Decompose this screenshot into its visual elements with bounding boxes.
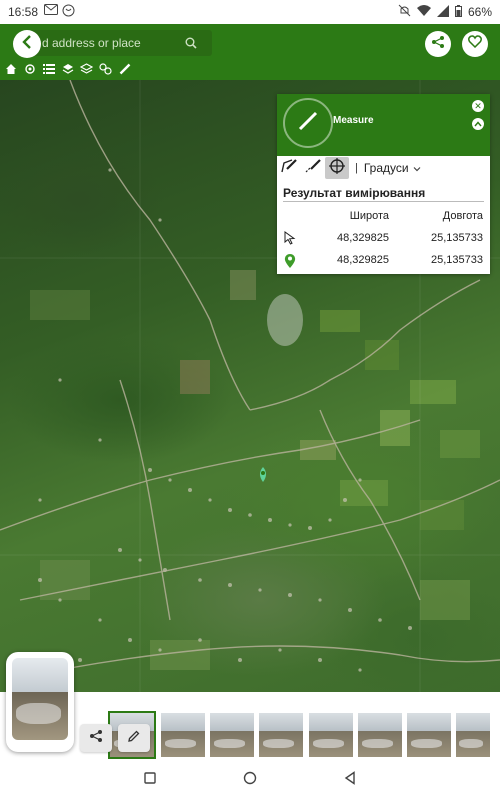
home-button[interactable]: [238, 768, 262, 792]
result-header-row: Широта Довгота: [277, 206, 490, 228]
mail-icon: [44, 4, 59, 20]
chevron-left-icon: [21, 34, 33, 54]
col-lat-header: Широта: [349, 210, 389, 222]
triangle-back-icon: [344, 770, 356, 790]
chat-icon: [62, 4, 75, 20]
overlay-icon[interactable]: [78, 61, 95, 78]
map-toolbar: [2, 60, 133, 78]
area-icon: [280, 158, 298, 179]
pin-lon: 25,135733: [431, 254, 483, 266]
measure-tools: | Градуси: [277, 156, 490, 180]
measure-title: Measure: [333, 115, 374, 126]
gallery-thumb[interactable]: [309, 713, 353, 757]
search-icon[interactable]: [178, 30, 204, 56]
mute-icon: [398, 4, 411, 20]
result-divider: [283, 201, 484, 202]
list-icon[interactable]: [40, 61, 57, 78]
square-icon: [144, 771, 156, 789]
search-box[interactable]: [30, 30, 212, 56]
app-header: [0, 24, 500, 80]
col-lon-header: Довгота: [442, 210, 483, 222]
crosshair-icon: [328, 157, 346, 180]
gallery-thumb[interactable]: [456, 713, 490, 757]
pin-icon: [284, 253, 296, 272]
wifi-icon: [416, 5, 431, 19]
units-label: Градуси: [363, 161, 409, 175]
photo-preview-card[interactable]: [6, 652, 74, 752]
tools-separator: |: [355, 162, 358, 174]
search-input[interactable]: [30, 36, 178, 50]
cursor-lat: 48,329825: [337, 232, 389, 244]
back-button[interactable]: [13, 30, 41, 58]
map-location-marker[interactable]: [260, 467, 266, 482]
back-nav-button[interactable]: [338, 768, 362, 792]
pencil-icon: [127, 729, 141, 748]
locate-icon[interactable]: [21, 61, 38, 78]
status-bar: 16:58 66%: [0, 0, 500, 24]
share-photo-button[interactable]: [80, 724, 112, 752]
measure-panel: Measure ✕ | Градуси Результат вимірюванн…: [277, 94, 490, 274]
status-time: 16:58: [8, 5, 39, 19]
circle-icon: [243, 771, 257, 790]
photo-preview-image[interactable]: [12, 658, 68, 740]
measure-distance-tool[interactable]: [301, 157, 325, 179]
distance-icon: [304, 158, 322, 179]
ruler-icon: [297, 110, 319, 137]
recents-button[interactable]: [138, 768, 162, 792]
close-icon: ✕: [474, 100, 482, 111]
layers-icon[interactable]: [59, 61, 76, 78]
gallery-thumb[interactable]: [358, 713, 402, 757]
measure-location-tool[interactable]: [325, 157, 349, 179]
battery-percent: 66%: [467, 5, 492, 19]
units-dropdown[interactable]: Градуси: [364, 161, 421, 175]
pin-lat: 48,329825: [337, 254, 389, 266]
tour-icon[interactable]: [97, 61, 114, 78]
share-icon: [89, 729, 103, 748]
cursor-lon: 25,135733: [431, 232, 483, 244]
chevron-down-icon: [413, 161, 421, 175]
edit-photo-button[interactable]: [118, 724, 150, 752]
gallery-thumb[interactable]: [161, 713, 205, 757]
result-row-cursor: 48,329825 25,135733: [277, 228, 490, 250]
share-icon: [431, 35, 445, 54]
collapse-measure-button[interactable]: [472, 118, 484, 130]
system-nav-bar: [0, 760, 500, 800]
battery-icon: [454, 4, 462, 20]
chevron-up-icon: [474, 120, 482, 129]
measure-tool-icon[interactable]: [116, 61, 133, 78]
measure-panel-header: Measure ✕: [277, 94, 490, 156]
cursor-icon: [284, 231, 296, 248]
photo-gallery: [0, 692, 500, 760]
favorite-button[interactable]: [462, 31, 488, 57]
gallery-thumb[interactable]: [407, 713, 451, 757]
close-measure-button[interactable]: ✕: [472, 100, 484, 112]
result-row-pin: 48,329825 25,135733: [277, 250, 490, 272]
share-button[interactable]: [425, 31, 451, 57]
result-title: Результат вимірювання: [283, 186, 426, 200]
measure-circle: [283, 98, 333, 148]
signal-icon: [436, 4, 449, 20]
home-icon[interactable]: [2, 61, 19, 78]
heart-icon: [468, 35, 482, 53]
gallery-thumb[interactable]: [210, 713, 254, 757]
measure-area-tool[interactable]: [277, 157, 301, 179]
gallery-thumb[interactable]: [259, 713, 303, 757]
